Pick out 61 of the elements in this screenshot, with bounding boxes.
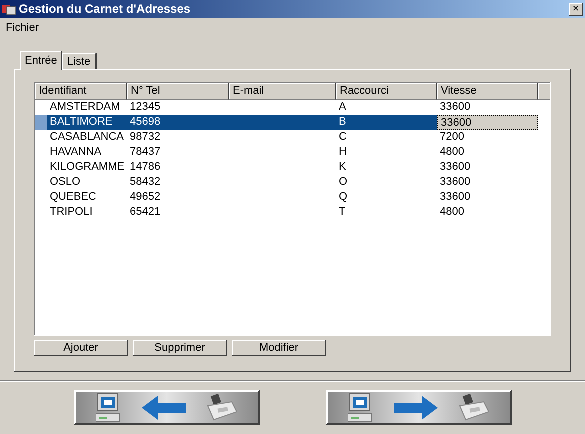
action-button[interactable]: Ajouter bbox=[34, 340, 128, 356]
table-cell: Q bbox=[339, 191, 348, 203]
column-header[interactable]: Vitesse bbox=[437, 83, 538, 100]
transfer-button[interactable] bbox=[326, 390, 512, 425]
computer-icon bbox=[96, 392, 122, 422]
table-cell: 14786 bbox=[130, 161, 161, 173]
fax-machine-icon bbox=[458, 394, 490, 422]
table-cell: AMSTERDAM bbox=[50, 101, 120, 113]
column-header[interactable]: E-mail bbox=[229, 83, 336, 100]
table-row[interactable]: OSLO 58432 O 33600 bbox=[35, 175, 550, 190]
window-title: Gestion du Carnet d'Adresses bbox=[19, 1, 192, 18]
tab[interactable]: Entrée bbox=[20, 51, 62, 70]
table-cell: T bbox=[339, 206, 346, 218]
action-button[interactable]: Modifier bbox=[232, 340, 326, 356]
right-arrow-icon bbox=[394, 396, 438, 420]
table-row[interactable]: QUEBEC 49652 Q 33600 bbox=[35, 190, 550, 205]
table-cell: 33600 bbox=[440, 101, 471, 113]
tab[interactable]: Liste bbox=[62, 53, 97, 69]
app-icon bbox=[2, 3, 16, 15]
table-cell: C bbox=[339, 131, 347, 143]
table-cell: 12345 bbox=[130, 101, 161, 113]
column-header[interactable]: Raccourci bbox=[336, 83, 437, 100]
table-cell: O bbox=[339, 176, 348, 188]
table-cell: OSLO bbox=[50, 176, 81, 188]
table-cell: BALTIMORE bbox=[50, 116, 113, 128]
table-cell: 4800 bbox=[440, 206, 464, 218]
table-row[interactable]: CASABLANCA 98732 C 7200 bbox=[35, 130, 550, 145]
table-cell: 98732 bbox=[130, 131, 161, 143]
table-row[interactable]: KILOGRAMME 14786 K 33600 bbox=[35, 160, 550, 175]
table-cell: K bbox=[339, 161, 346, 173]
table-cell: 33600 bbox=[441, 117, 472, 129]
table-cell: 78437 bbox=[130, 146, 161, 158]
table-row[interactable]: TRIPOLI 65421 T 4800 bbox=[35, 205, 550, 220]
table-cell: B bbox=[339, 116, 346, 128]
action-button[interactable]: Supprimer bbox=[133, 340, 227, 356]
table-cell: 33600 bbox=[440, 176, 471, 188]
table-cell: QUEBEC bbox=[50, 191, 96, 203]
table-row[interactable]: AMSTERDAM 12345 A 33600 bbox=[35, 100, 550, 115]
fax-machine-icon bbox=[206, 394, 238, 422]
table-cell: H bbox=[339, 146, 347, 158]
table-cell: HAVANNA bbox=[50, 146, 102, 158]
column-header[interactable]: Identifiant bbox=[35, 83, 127, 100]
menu-item[interactable]: Fichier bbox=[4, 20, 42, 36]
table-row[interactable]: HAVANNA 78437 H 4800 bbox=[35, 145, 550, 160]
table-cell: 33600 bbox=[440, 161, 471, 173]
table-cell: CASABLANCA bbox=[50, 131, 124, 143]
table-cell: 65421 bbox=[130, 206, 161, 218]
table-cell: 7200 bbox=[440, 131, 464, 143]
table-cell: 49652 bbox=[130, 191, 161, 203]
table-cell: KILOGRAMME bbox=[50, 161, 125, 173]
left-arrow-icon bbox=[142, 396, 186, 420]
computer-icon bbox=[348, 392, 374, 422]
column-header[interactable]: N° Tel bbox=[127, 83, 229, 100]
table-cell: TRIPOLI bbox=[50, 206, 93, 218]
table-cell: 58432 bbox=[130, 176, 161, 188]
table-cell: A bbox=[339, 101, 346, 113]
table-cell: 4800 bbox=[440, 146, 464, 158]
table-cell: 33600 bbox=[440, 191, 471, 203]
table-cell: 45698 bbox=[130, 116, 161, 128]
transfer-button[interactable] bbox=[74, 390, 260, 425]
close-button[interactable]: × bbox=[569, 2, 583, 16]
